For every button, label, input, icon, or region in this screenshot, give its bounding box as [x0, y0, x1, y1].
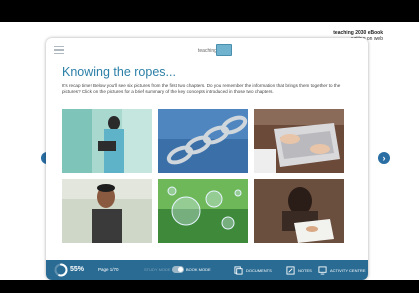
ebook-frame: teaching Knowing the ropes... It's recap… [46, 38, 368, 280]
book-mode-label[interactable]: BOOK MODE [186, 267, 211, 272]
menu-icon[interactable] [54, 46, 64, 55]
page-indicator: Page 1/70 [98, 267, 119, 272]
chain-links-image[interactable] [158, 109, 248, 173]
young-man-portrait-image[interactable] [62, 179, 152, 243]
hands-typing-laptop-image[interactable] [254, 109, 344, 173]
notes-icon [286, 265, 295, 275]
intro-text: It's recap time! Below you'll see six pi… [62, 83, 341, 94]
letterbox-top [0, 0, 419, 22]
ebook-logo: teaching [198, 43, 238, 57]
notes-button[interactable]: NOTES [286, 264, 312, 276]
book-icon [216, 44, 232, 56]
toggle-knob [178, 267, 183, 272]
letterbox-bottom [0, 280, 419, 293]
woman-with-laptop-image[interactable] [62, 109, 152, 173]
page-title: Knowing the ropes... [62, 65, 176, 79]
study-mode-label[interactable]: STUDY MODE [144, 267, 171, 272]
progress-percent: 55% [70, 266, 85, 273]
next-page-button[interactable]: › [378, 152, 390, 164]
mode-toggle[interactable] [172, 266, 184, 273]
notes-label: NOTES [298, 267, 312, 273]
documents-button[interactable]: DOCUMENTS [234, 264, 272, 276]
woman-writing-notes-image[interactable] [254, 179, 344, 243]
logo-text: teaching [198, 48, 217, 54]
soap-bubbles-image[interactable] [158, 179, 248, 243]
activity-centre-label: ACTIVITY CENTRE [330, 267, 366, 273]
activity-centre-icon [318, 265, 327, 275]
activity-centre-button[interactable]: ACTIVITY CENTRE [318, 264, 366, 276]
documents-icon [234, 265, 243, 275]
documents-label: DOCUMENTS [246, 267, 272, 273]
progress-ring [54, 263, 68, 277]
bottom-toolbar: 55% Page 1/70 STUDY MODE BOOK MODE DOCUM… [46, 260, 368, 280]
